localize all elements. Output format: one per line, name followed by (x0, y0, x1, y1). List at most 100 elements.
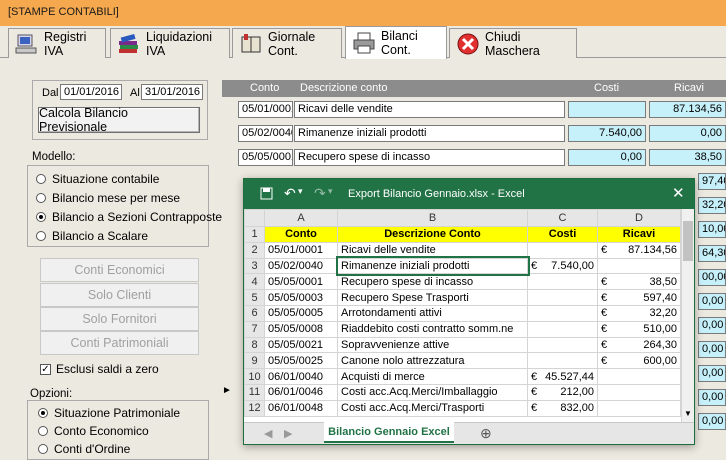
table-row[interactable]: 4 05/05/0001 Recupero spese di incasso €38,… (244, 273, 681, 291)
cell-ricavi[interactable]: €87.134,56 (597, 241, 681, 259)
grid-cell-ricavi[interactable]: 0,00 (698, 389, 726, 406)
grid-cell-costi[interactable]: 0,00 (568, 149, 646, 166)
dropdown-arrow-icon[interactable]: ▾ (328, 186, 333, 197)
row-header[interactable]: 12 (244, 399, 265, 417)
corner-cell[interactable] (244, 209, 265, 227)
row-header[interactable]: 8 (244, 336, 265, 354)
cell-ricavi[interactable] (597, 257, 681, 275)
close-icon[interactable]: ✕ (672, 184, 685, 202)
cell-conto[interactable]: 06/01/0048 (264, 399, 338, 417)
grid-cell-ricavi[interactable]: 0,00 (698, 293, 726, 310)
cell-conto[interactable]: 05/05/0003 (264, 289, 338, 306)
grid-cell-ricavi[interactable]: 0,00 (698, 341, 726, 358)
cell-costi[interactable]: €212,00 (527, 383, 598, 401)
row-header[interactable]: 1 (244, 226, 265, 243)
vertical-scrollbar[interactable]: ▼ (681, 209, 694, 422)
sheet-tab[interactable]: Bilancio Gennaio Excel (324, 422, 454, 443)
add-sheet-icon[interactable]: ⊕ (480, 425, 492, 442)
cell-ricavi[interactable]: €38,50 (597, 273, 681, 291)
cell-conto[interactable]: 06/01/0040 (264, 368, 338, 385)
cell-descrizione[interactable]: Ricavi delle vendite (337, 241, 528, 259)
opzioni-option-economico[interactable]: Conto Economico (38, 424, 149, 438)
cell-descrizione[interactable]: Recupero Spese Trasporti (337, 289, 528, 306)
grid-cell-costi[interactable] (568, 101, 646, 118)
modello-option-situazione[interactable]: Situazione contabile (36, 172, 159, 186)
solo-clienti-button[interactable]: Solo Clienti (40, 283, 199, 307)
tab-bilanci-cont[interactable]: Bilanci Cont. (345, 26, 447, 59)
table-row[interactable]: 2 05/01/0001 Ricavi delle vendite €87.134,5… (244, 241, 681, 259)
date-from-input[interactable]: 01/01/2016 (60, 84, 122, 100)
grid-cell-conto[interactable]: 05/01/0001 (238, 101, 293, 118)
calcola-bilancio-button[interactable]: Calcola Bilancio Previsionale (38, 106, 200, 134)
header-cell-conto[interactable]: Conto (264, 226, 338, 243)
grid-cell-descrizione[interactable]: Rimanenze iniziali prodotti (294, 125, 565, 142)
cell-costi[interactable]: €7.540,00 (527, 257, 598, 275)
cell-conto[interactable]: 05/05/0021 (264, 336, 338, 354)
cell-ricavi[interactable] (597, 368, 681, 385)
table-row[interactable]: 8 05/05/0021 Sopravvenienze attive €264,30 (244, 336, 681, 354)
modello-option-mese[interactable]: Bilancio mese per mese (36, 191, 180, 205)
grid-cell-ricavi[interactable]: 64,30 (698, 245, 726, 262)
cell-conto[interactable]: 06/01/0046 (264, 383, 338, 401)
cell-descrizione[interactable]: Riaddebito costi contratto somm.ne (337, 320, 528, 338)
cell-ricavi[interactable]: €600,00 (597, 352, 681, 370)
header-cell-costi[interactable]: Costi (527, 226, 598, 243)
table-row[interactable]: 10 06/01/0040 Acquisti di merce €45.527,44 (244, 368, 681, 385)
redo-icon[interactable]: ↷ (314, 185, 326, 202)
tab-registri-iva[interactable]: Registri IVA (8, 28, 106, 58)
cell-ricavi[interactable] (597, 383, 681, 401)
grid-cell-ricavi[interactable]: 0,00 (698, 413, 726, 430)
row-header[interactable]: 11 (244, 383, 265, 401)
cell-ricavi[interactable]: €32,20 (597, 304, 681, 322)
excel-sheet-grid[interactable]: A B C D 1 Conto Descrizione Conto Costi … (244, 209, 694, 422)
cell-ricavi[interactable]: €597,40 (597, 289, 681, 306)
grid-cell-ricavi[interactable]: 00,00 (698, 269, 726, 286)
table-row[interactable]: 6 05/05/0005 Arrotondamenti attivi €32,20 (244, 304, 681, 322)
modello-option-scalare[interactable]: Bilancio a Scalare (36, 229, 148, 243)
cell-costi[interactable]: €832,00 (527, 399, 598, 417)
undo-icon[interactable]: ↶ (284, 185, 296, 202)
cell-costi[interactable] (527, 289, 598, 306)
grid-cell-ricavi[interactable]: 0,00 (649, 125, 726, 142)
grid-cell-descrizione[interactable]: Ricavi delle vendite (294, 101, 565, 118)
cell-ricavi[interactable]: €510,00 (597, 320, 681, 338)
cell-conto[interactable]: 05/01/0001 (264, 241, 338, 259)
grid-cell-ricavi[interactable]: 0,00 (698, 317, 726, 334)
grid-cell-conto[interactable]: 05/02/0040 (238, 125, 293, 142)
cell-costi[interactable] (527, 320, 598, 338)
cell-costi[interactable] (527, 352, 598, 370)
row-header[interactable]: 3 (244, 257, 265, 275)
table-row[interactable]: 5 05/05/0003 Recupero Spese Trasporti €597,… (244, 289, 681, 306)
cell-descrizione[interactable]: Arrotondamenti attivi (337, 304, 528, 322)
table-row[interactable]: 9 05/05/0025 Canone nolo attrezzatura €600,… (244, 352, 681, 370)
cell-ricavi[interactable] (597, 399, 681, 417)
cell-descrizione[interactable]: Sopravvenienze attive (337, 336, 528, 354)
header-cell-descrizione[interactable]: Descrizione Conto (337, 226, 528, 243)
cell-costi[interactable] (527, 241, 598, 259)
grid-cell-ricavi[interactable]: 38,50 (649, 149, 726, 166)
cell-descrizione[interactable]: Acquisti di merce (337, 368, 528, 385)
row-header[interactable]: 6 (244, 304, 265, 322)
opzioni-option-ordine[interactable]: Conti d'Ordine (38, 442, 130, 456)
esclusi-saldi-checkbox[interactable]: ✓ Esclusi saldi a zero (40, 362, 159, 376)
tab-giornale-cont[interactable]: Giornale Cont. (232, 28, 342, 58)
table-row[interactable]: 12 06/01/0048 Costi acc.Acq.Merci/Trasport… (244, 399, 681, 417)
table-row[interactable]: 7 05/05/0008 Riaddebito costi contratto so… (244, 320, 681, 338)
grid-cell-costi[interactable]: 7.540,00 (568, 125, 646, 142)
cell-conto[interactable]: 05/05/0001 (264, 273, 338, 291)
grid-cell-ricavi[interactable]: 87.134,56 (649, 101, 726, 118)
date-to-input[interactable]: 31/01/2016 (141, 84, 203, 100)
cell-conto[interactable]: 05/05/0008 (264, 320, 338, 338)
grid-cell-ricavi[interactable]: 0,00 (698, 365, 726, 382)
solo-fornitori-button[interactable]: Solo Fornitori (40, 307, 199, 331)
table-row[interactable]: 11 06/01/0046 Costi acc.Acq.Merci/Imballag… (244, 383, 681, 401)
grid-cell-ricavi[interactable]: 32,20 (698, 197, 726, 214)
cell-conto[interactable]: 05/05/0005 (264, 304, 338, 322)
row-header[interactable]: 5 (244, 289, 265, 306)
dropdown-arrow-icon[interactable]: ▾ (298, 186, 303, 197)
grid-cell-ricavi[interactable]: 97,40 (698, 173, 726, 190)
conti-economici-button[interactable]: Conti Economici (40, 258, 199, 282)
header-cell-ricavi[interactable]: Ricavi (597, 226, 681, 243)
cell-costi[interactable] (527, 336, 598, 354)
tab-chiudi-maschera[interactable]: Chiudi Maschera (449, 28, 577, 58)
